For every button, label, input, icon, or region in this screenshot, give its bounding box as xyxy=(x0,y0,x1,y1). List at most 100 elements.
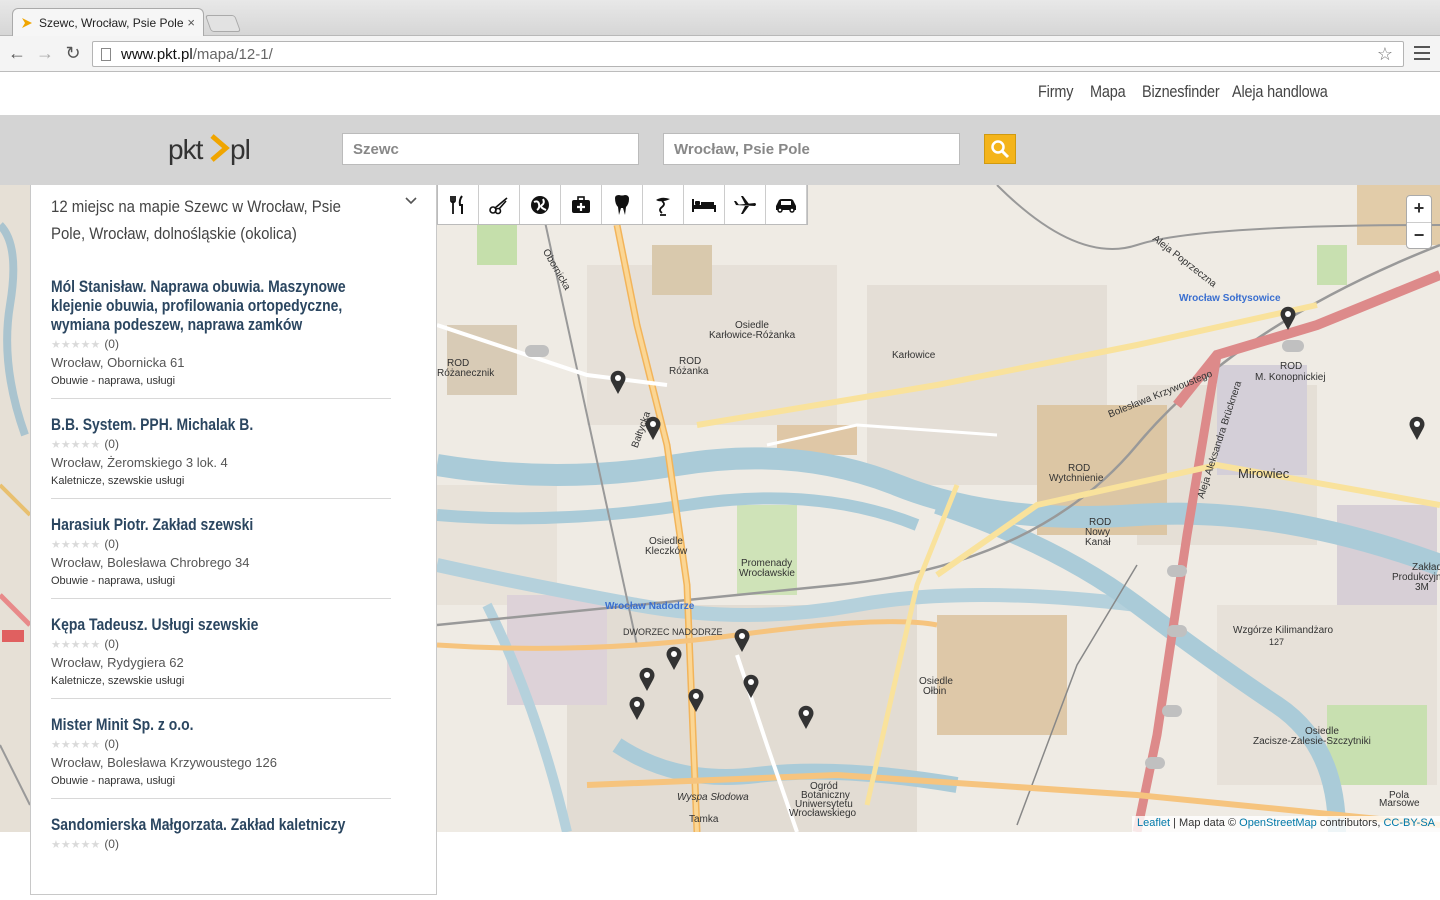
osm-link[interactable]: OpenStreetMap xyxy=(1239,817,1317,829)
map-marker[interactable] xyxy=(665,645,683,671)
logo-graphic: pkt pl xyxy=(168,134,251,165)
rating-stars-icon: ★★★★★ xyxy=(51,838,101,851)
result-name[interactable]: Mister Minit Sp. z o.o. xyxy=(51,715,379,734)
first-aid-icon[interactable] xyxy=(561,185,602,224)
airplane-icon[interactable] xyxy=(725,185,766,224)
rating-stars-icon: ★★★★★ xyxy=(51,538,101,551)
results-heading: 12 miejsc na mapie Szewc w Wrocław, Psie… xyxy=(51,197,341,243)
nav-biznesfinder[interactable]: Biznesfinder xyxy=(1142,82,1220,102)
favicon-icon xyxy=(22,17,32,28)
list-item[interactable]: Mól Stanisław. Naprawa obuwia. Maszynowe… xyxy=(51,277,391,399)
map-label: Wytchnienie xyxy=(1049,473,1104,484)
bookmark-star-icon[interactable]: ☆ xyxy=(1377,44,1393,65)
attribution-contrib: contributors, xyxy=(1316,817,1384,829)
map-label: Wrocławskiego xyxy=(789,808,857,819)
map-label: Różanka xyxy=(669,366,709,377)
attribution-text: | Map data © xyxy=(1170,817,1240,829)
chevron-down-icon[interactable] xyxy=(405,195,417,207)
nav-firmy[interactable]: Firmy xyxy=(1038,82,1073,102)
map[interactable]: Osiedle Karłowice-Różanka Karłowice ROD … xyxy=(437,185,1440,832)
rating: ★★★★★ (0) xyxy=(51,736,391,752)
map-marker[interactable] xyxy=(687,687,705,713)
list-item[interactable]: Mister Minit Sp. z o.o. ★★★★★ (0) Wrocław… xyxy=(51,715,391,799)
tab-title: Szewc, Wrocław, Psie Pole xyxy=(39,15,184,30)
map-marker[interactable] xyxy=(609,369,627,395)
search-where-input[interactable] xyxy=(663,133,960,165)
rating: ★★★★★ (0) xyxy=(51,436,391,452)
car-icon[interactable] xyxy=(766,185,807,224)
map-label: Kanał xyxy=(1085,537,1111,548)
tooth-icon[interactable] xyxy=(602,185,643,224)
map-marker[interactable] xyxy=(628,695,646,721)
restaurant-icon[interactable] xyxy=(438,185,479,224)
result-name[interactable]: Mól Stanisław. Naprawa obuwia. Maszynowe… xyxy=(51,277,379,334)
result-name[interactable]: Sandomierska Małgorzata. Zakład kaletnic… xyxy=(51,815,379,834)
map-label: Karłowice xyxy=(892,350,936,361)
rating: ★★★★★ (0) xyxy=(51,836,391,852)
result-category: Obuwie - naprawa, usługi xyxy=(51,575,176,587)
result-category: Obuwie - naprawa, usługi xyxy=(51,375,176,387)
zoom-out-button[interactable]: − xyxy=(1407,222,1431,248)
browser-tab[interactable]: Szewc, Wrocław, Psie Pole × xyxy=(12,8,204,36)
map-label: ROD xyxy=(1280,361,1303,372)
map-marker[interactable] xyxy=(1408,415,1426,441)
map-tiles[interactable] xyxy=(437,185,1440,832)
nav-aleja-handlowa[interactable]: Aleja handlowa xyxy=(1232,82,1328,102)
license-link[interactable]: CC-BY-SA xyxy=(1383,817,1435,829)
rating-stars-icon: ★★★★★ xyxy=(51,738,101,751)
poi-category-toolbar xyxy=(437,185,808,225)
map-label: Wyspa Słodowa xyxy=(677,792,749,803)
result-name[interactable]: Harasiuk Piotr. Zakład szewski xyxy=(51,515,379,534)
zoom-in-button[interactable]: + xyxy=(1407,196,1431,222)
result-name[interactable]: B.B. System. PPH. Michalak B. xyxy=(51,415,379,434)
list-item[interactable]: B.B. System. PPH. Michalak B. ★★★★★ (0) W… xyxy=(51,415,391,499)
map-marker[interactable] xyxy=(733,627,751,653)
search-button[interactable] xyxy=(984,134,1016,164)
rating-stars-icon: ★★★★★ xyxy=(51,638,101,651)
pkt-logo[interactable]: pkt pl xyxy=(168,127,268,169)
result-address: Wrocław, Rydygiera 62 xyxy=(51,655,184,670)
nav-mapa[interactable]: Mapa xyxy=(1090,82,1126,102)
pharmacy-icon[interactable] xyxy=(643,185,684,224)
list-item[interactable]: Kępa Tadeusz. Usługi szewskie ★★★★★ (0) W… xyxy=(51,615,391,699)
map-label: Zacisze-Zalesie-Szczytniki xyxy=(1253,736,1371,747)
map-label: Karłowice-Różanka xyxy=(709,330,796,341)
map-marker[interactable] xyxy=(1279,305,1297,331)
map-label: Marsowe xyxy=(1379,798,1420,809)
zoom-control: + − xyxy=(1406,195,1432,249)
scissors-icon[interactable] xyxy=(479,185,520,224)
reload-icon[interactable]: ↻ xyxy=(62,42,84,64)
result-address: Wrocław, Żeromskiego 3 lok. 4 xyxy=(51,455,228,470)
svg-text:pl: pl xyxy=(230,134,250,165)
map-marker[interactable] xyxy=(638,666,656,692)
rating-count: (0) xyxy=(104,537,119,551)
map-label: Wzgórze Kilimandżaro xyxy=(1233,625,1334,636)
list-item[interactable]: Sandomierska Małgorzata. Zakład kaletnic… xyxy=(51,815,391,861)
leaflet-link[interactable]: Leaflet xyxy=(1137,817,1170,829)
rating: ★★★★★ (0) xyxy=(51,636,391,652)
close-tab-icon[interactable]: × xyxy=(187,15,195,30)
result-name[interactable]: Kępa Tadeusz. Usługi szewskie xyxy=(51,615,379,634)
result-address: Wrocław, Bolesława Chrobrego 34 xyxy=(51,555,250,570)
list-item[interactable]: Harasiuk Piotr. Zakład szewski ★★★★★ (0) … xyxy=(51,515,391,599)
result-category: Kaletnicze, szewskie usługi xyxy=(51,475,185,487)
map-label: 127 xyxy=(1269,637,1285,647)
rating-count: (0) xyxy=(104,337,119,351)
map-marker[interactable] xyxy=(797,704,815,730)
browser-menu-icon[interactable] xyxy=(1414,46,1430,60)
back-icon[interactable]: ← xyxy=(6,42,28,64)
rating-stars-icon: ★★★★★ xyxy=(51,438,101,451)
site-nav: Firmy Mapa Biznesfinder Aleja handlowa xyxy=(0,72,1440,115)
map-marker[interactable] xyxy=(644,415,662,441)
map-label: Wrocławskie xyxy=(739,568,795,579)
forward-icon[interactable]: → xyxy=(34,42,56,64)
map-marker[interactable] xyxy=(742,673,760,699)
bed-icon[interactable] xyxy=(684,185,725,224)
rating: ★★★★★ (0) xyxy=(51,536,391,552)
globe-icon[interactable] xyxy=(520,185,561,224)
new-tab-button[interactable] xyxy=(204,15,242,32)
map-label: 3M xyxy=(1415,582,1429,593)
address-bar[interactable]: www.pkt.pl/mapa/12-1/ ☆ xyxy=(92,41,1404,67)
rating-count: (0) xyxy=(104,837,119,851)
search-what-input[interactable] xyxy=(342,133,639,165)
